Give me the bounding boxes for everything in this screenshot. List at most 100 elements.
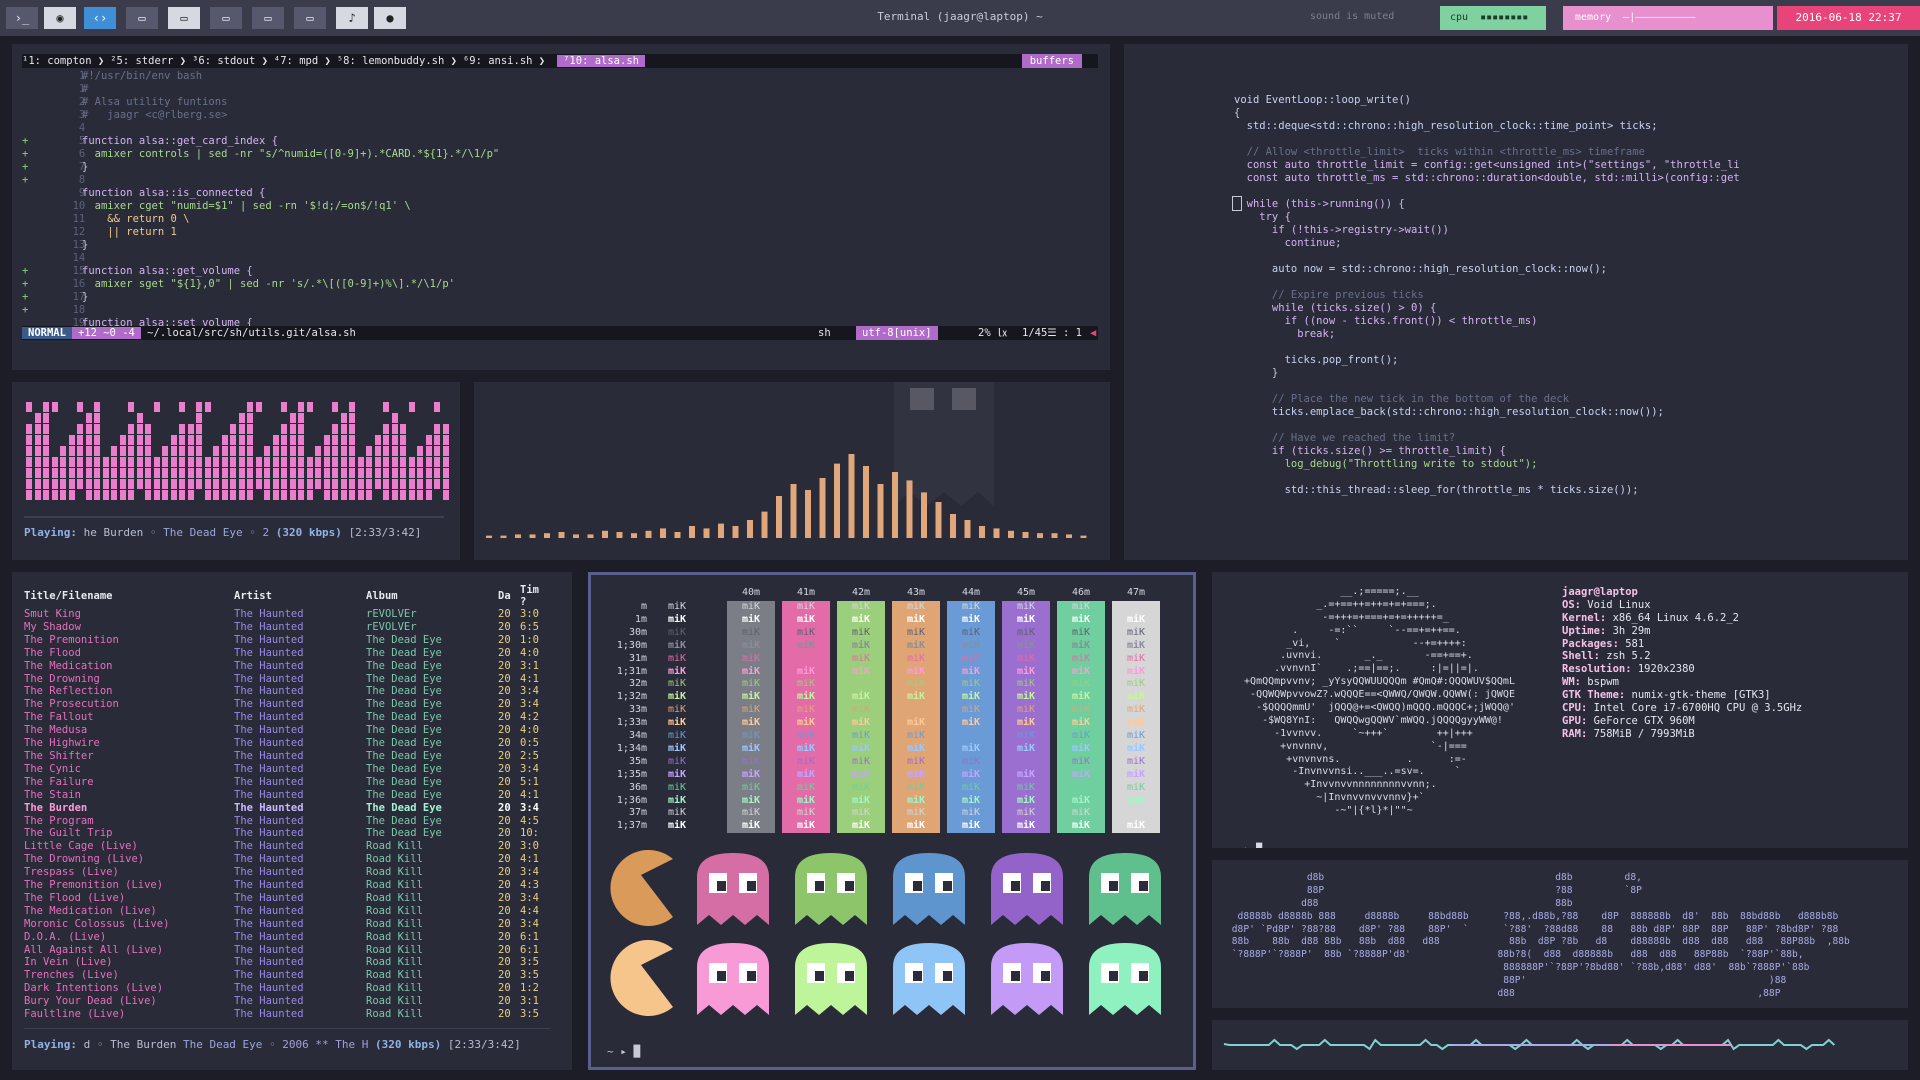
spectrum-cell	[323, 479, 330, 489]
code-icon[interactable]: ‹›	[84, 7, 116, 29]
table-row[interactable]: The Program The Haunted The Dead Eye 20 4:5	[24, 815, 550, 828]
table-row[interactable]: The Guilt Trip The Haunted The Dead Eye 20 1…	[24, 827, 550, 840]
table-row[interactable]: The Reflection The Haunted The Dead Eye 20 3…	[24, 685, 550, 698]
vim-tab[interactable]: ²5: stderr ❯	[110, 55, 186, 67]
desktop-icon[interactable]: ▭	[126, 7, 158, 29]
spectrum-cell	[196, 446, 202, 456]
table-row[interactable]: My Shadow The Haunted rEVOLVEr 20 6:5	[24, 621, 550, 634]
table-row[interactable]: Smut King The Haunted rEVOLVEr 20 3:0	[24, 608, 550, 621]
table-row[interactable]: The Prosecution The Haunted The Dead Eye 20…	[24, 698, 550, 711]
desktop-icon[interactable]: ▭	[210, 7, 242, 29]
desktop-icon[interactable]: ▭	[294, 7, 326, 29]
progress-track[interactable]	[24, 1028, 550, 1029]
code-line: // Place the new tick in the bottom of t…	[1234, 393, 1570, 405]
cpp-code[interactable]: void EventLoop::loop_write(){ std::deque…	[1234, 94, 1740, 497]
table-row[interactable]: Dark Intentions (Live) The Haunted Road Ki…	[24, 982, 550, 995]
table-row[interactable]: The Drowning (Live) The Haunted Road Kill 2…	[24, 853, 550, 866]
line-number: + 5	[22, 135, 85, 148]
color-row-label: 1;30m	[616, 639, 647, 651]
table-row[interactable]: Bury Your Dead (Live) The Haunted Road Kil…	[24, 995, 550, 1008]
song-album: Road Kill	[366, 891, 423, 904]
vim-tab[interactable]: ⁴7: mpd ❯	[274, 55, 331, 67]
spectrum-cell	[340, 435, 347, 445]
spectrum-cell	[145, 479, 151, 489]
table-row[interactable]: Little Cage (Live) The Haunted Road Kill 20…	[24, 840, 550, 853]
colorscheme-terminal[interactable]: 40m 41m 42m 43m 44m 45m 46m 47m m miK 1m miK 30m miK 1…	[588, 572, 1196, 1070]
table-row[interactable]: The Medication The Haunted The Dead Eye 20 3…	[24, 660, 550, 673]
song-album: The Dead Eye	[366, 659, 442, 672]
table-row[interactable]: Trespass (Live) The Haunted Road Kill 20 3:4	[24, 866, 550, 879]
song-title: The Guilt Trip	[24, 827, 113, 840]
song-artist: The Haunted	[234, 633, 304, 646]
vim-editor[interactable]: ¹1: compton ❯ ²5: stderr ❯ ³6: stdout ❯ ⁴7:…	[12, 44, 1110, 370]
cpp-editor[interactable]: void EventLoop::loop_write(){ std::deque…	[1124, 44, 1908, 560]
table-row[interactable]: The Premonition The Haunted The Dead Eye 20…	[24, 634, 550, 647]
color-sample: miK	[1016, 665, 1036, 677]
table-row[interactable]: D.O.A. (Live) The Haunted Road Kill 20 6:1	[24, 931, 550, 944]
buffers-label[interactable]: buffers	[1021, 54, 1082, 68]
table-row[interactable]: The Shifter The Haunted The Dead Eye 20 2:5	[24, 750, 550, 763]
table-row[interactable]: The Stain The Haunted The Dead Eye 20 4:1	[24, 789, 550, 802]
spectrum-cell	[77, 402, 83, 412]
vim-code[interactable]: 1 #!/usr/bin/env bash 1 # 2 # Alsa utili…	[22, 70, 1098, 330]
spectrum-cell	[281, 490, 287, 500]
table-row[interactable]: The Premonition (Live) The Haunted Road Ki…	[24, 879, 550, 892]
table-row[interactable]: The Burden The Haunted The Dead Eye 20 3:4	[24, 802, 550, 815]
table-row[interactable]: The Drowning The Haunted The Dead Eye 20 4:1	[24, 673, 550, 686]
code-line: 14	[22, 252, 1098, 265]
spectrum-cell	[77, 468, 83, 478]
table-row[interactable]: The Highwire The Haunted The Dead Eye 20 0:5	[24, 737, 550, 750]
browser-icon[interactable]: ◉	[44, 7, 76, 29]
spectrum-cell	[136, 457, 143, 467]
spectrum-cell	[153, 479, 160, 489]
info-value: 3h 29m	[1612, 624, 1651, 637]
table-row[interactable]: Moronic Colossus (Live) The Haunted Road K…	[24, 918, 550, 931]
spectrum-cell	[281, 424, 287, 434]
text-cursor	[1232, 196, 1242, 211]
desktop-icon[interactable]: ▭	[252, 7, 284, 29]
spectrum-cell	[383, 468, 389, 478]
col-date[interactable]: Da	[498, 584, 520, 608]
table-row[interactable]: The Failure The Haunted The Dead Eye 20 5:1	[24, 776, 550, 789]
color-sample: miK	[961, 807, 981, 819]
song-album: The Dead Eye	[366, 749, 442, 762]
chat-icon[interactable]: ●	[374, 7, 406, 29]
vim-tab[interactable]: ¹1: compton ❯	[22, 55, 104, 67]
table-row[interactable]: Trenches (Live) The Haunted Road Kill 20 3:5	[24, 969, 550, 982]
col-title[interactable]: Title/Filename	[24, 584, 234, 608]
spectrum-cell	[51, 468, 58, 478]
table-row[interactable]: The Fallout The Haunted The Dead Eye 20 4:2	[24, 711, 550, 724]
table-row[interactable]: In Vein (Live) The Haunted Road Kill 20 3:5	[24, 956, 550, 969]
vim-tab[interactable]: ⁵8: lemonbuddy.sh ❯	[337, 55, 457, 67]
table-row[interactable]: The Flood (Live) The Haunted Road Kill 20 3:…	[24, 892, 550, 905]
song-date: 20	[498, 659, 511, 672]
song-playlist[interactable]: Title/Filename Artist Album Da Tim ? Smu…	[12, 572, 572, 1070]
desktop-icon[interactable]: ▭	[168, 7, 200, 29]
col-time[interactable]: Tim ?	[520, 584, 550, 608]
song-time: 3:4	[520, 917, 539, 930]
vim-tab[interactable]: ³6: stdout ❯	[192, 55, 268, 67]
table-row[interactable]: The Flood The Haunted The Dead Eye 20 4:0	[24, 647, 550, 660]
music-icon[interactable]: ♪	[336, 7, 368, 29]
vim-tab[interactable]: ⁶9: ansi.sh ❯	[463, 55, 545, 67]
info-key: Resolution:	[1562, 663, 1638, 676]
spectrum-cell	[349, 490, 355, 500]
ascii-line: __.;=====;.__	[1232, 586, 1419, 597]
vim-active-tab[interactable]: ⁷10: alsa.sh	[557, 55, 645, 67]
table-row[interactable]: Faultline (Live) The Haunted Road Kill 20 3:…	[24, 1008, 550, 1021]
sound-status[interactable]: sound is muted	[1310, 11, 1394, 22]
visualizer-bar	[1051, 533, 1058, 538]
table-row[interactable]: The Medication (Live) The Haunted Road Kil…	[24, 905, 550, 918]
color-sample: miK	[851, 768, 871, 780]
spectrum-cell	[306, 479, 313, 489]
progress-track[interactable]	[24, 516, 444, 518]
col-album[interactable]: Album	[366, 584, 498, 608]
col-artist[interactable]: Artist	[234, 584, 366, 608]
table-row[interactable]: All Against All (Live) The Haunted Road Ki…	[24, 944, 550, 957]
shell-prompt[interactable]: ~ ▸ █	[607, 1045, 640, 1058]
table-row[interactable]: The Cynic The Haunted The Dead Eye 20 3:4	[24, 763, 550, 776]
terminal-icon[interactable]: ›_	[6, 7, 38, 29]
table-row[interactable]: The Medusa The Haunted The Dead Eye 20 4:0	[24, 724, 550, 737]
spectrum-cell	[221, 479, 228, 489]
